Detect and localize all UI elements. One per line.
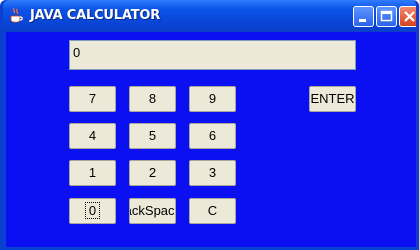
calculator-display[interactable]: 0 <box>69 40 356 70</box>
digit-9-button[interactable]: 9 <box>189 86 236 112</box>
digit-7-button[interactable]: 7 <box>69 86 116 112</box>
enter-button[interactable]: ENTER <box>309 86 356 112</box>
close-button[interactable] <box>399 6 416 27</box>
digit-0-label: 0 <box>84 202 101 219</box>
digit-8-button[interactable]: 8 <box>129 86 176 112</box>
java-cup-icon <box>10 7 23 23</box>
digit-4-button[interactable]: 4 <box>69 123 116 149</box>
digit-6-button[interactable]: 6 <box>189 123 236 149</box>
maximize-button[interactable] <box>376 6 397 27</box>
title-bar[interactable]: JAVA CALCULATOR <box>3 0 416 32</box>
digit-0-button[interactable]: 0 <box>69 198 116 224</box>
minimize-icon <box>359 19 366 22</box>
clear-button[interactable]: C <box>189 198 236 224</box>
maximize-icon <box>380 10 393 22</box>
minimize-button[interactable] <box>353 6 374 27</box>
digit-5-button[interactable]: 5 <box>129 123 176 149</box>
digit-3-button[interactable]: 3 <box>189 160 236 186</box>
digit-1-button[interactable]: 1 <box>69 160 116 186</box>
window-title: JAVA CALCULATOR <box>30 8 161 23</box>
digit-2-button[interactable]: 2 <box>129 160 176 186</box>
backspace-button[interactable]: BackSpace <box>129 198 176 224</box>
close-icon <box>404 11 415 22</box>
